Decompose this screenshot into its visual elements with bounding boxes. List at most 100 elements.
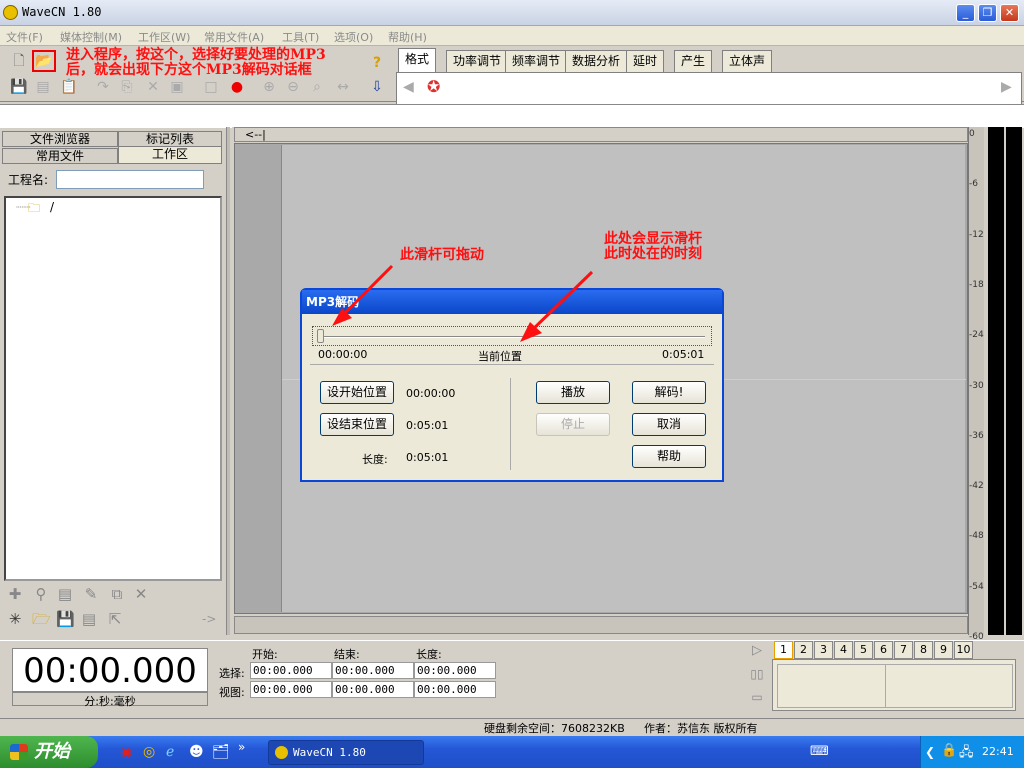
- clipboard-icon[interactable]: 📋: [60, 78, 78, 96]
- start-button[interactable]: 开始: [0, 736, 98, 768]
- view-length-cell[interactable]: 00:00.000: [414, 681, 496, 698]
- pause-icon[interactable]: ▯▯: [748, 665, 766, 683]
- save-all-icon[interactable]: ▤: [34, 78, 52, 96]
- view-end-cell[interactable]: 00:00.000: [332, 681, 414, 698]
- delete-icon[interactable]: ✕: [144, 78, 162, 96]
- workspace-tree[interactable]: ┈┈ 🗀 /: [4, 196, 222, 581]
- remove-icon[interactable]: ✕: [132, 585, 150, 603]
- quicklaunch-wavecn-icon[interactable]: ◎: [143, 744, 155, 760]
- tab-format[interactable]: 格式: [398, 48, 437, 72]
- help-button[interactable]: 帮助: [632, 445, 706, 468]
- tray-expand-icon[interactable]: ❮: [925, 745, 935, 759]
- tab-power[interactable]: 功率调节: [446, 50, 509, 72]
- stop-record-icon[interactable]: □: [202, 78, 220, 96]
- nav-arrow[interactable]: ->: [202, 612, 216, 626]
- decode-button[interactable]: 解码!: [632, 381, 706, 404]
- track-tab-7[interactable]: 7: [894, 641, 913, 659]
- file-icon[interactable]: ▤: [56, 585, 74, 603]
- menu-options[interactable]: 选项(O): [334, 29, 373, 45]
- zoom-width-icon[interactable]: ↔: [334, 78, 352, 96]
- project-name-input[interactable]: [56, 170, 204, 189]
- tab-file-browser[interactable]: 文件浏览器: [2, 131, 118, 147]
- menu-file[interactable]: 文件(F): [6, 29, 43, 45]
- taskbar-item-wavecn[interactable]: WaveCN 1.80: [268, 740, 424, 765]
- exit-icon[interactable]: ⇩: [368, 78, 386, 96]
- stop-button[interactable]: 停止: [536, 413, 610, 436]
- slider-thumb[interactable]: [317, 329, 324, 343]
- record-icon[interactable]: ●: [228, 78, 246, 96]
- tab-delay[interactable]: 延时: [626, 50, 665, 72]
- save-project-icon[interactable]: 💾: [56, 610, 75, 628]
- close-button[interactable]: ✕: [1000, 4, 1019, 22]
- add-icon[interactable]: ✚: [6, 585, 24, 603]
- export-icon[interactable]: ⇱: [106, 610, 124, 628]
- save-icon[interactable]: 💾: [10, 78, 28, 96]
- zoom-in-icon[interactable]: ⊕: [260, 78, 278, 96]
- input-method-icon[interactable]: 🔒: [941, 743, 957, 758]
- quicklaunch-qq-icon[interactable]: ☻: [189, 744, 204, 760]
- view-start-cell[interactable]: 00:00.000: [250, 681, 332, 698]
- play-icon[interactable]: ▷: [748, 642, 766, 660]
- menu-help[interactable]: 帮助(H): [388, 29, 427, 45]
- track-tab-10[interactable]: 10: [954, 641, 973, 659]
- open-project-icon[interactable]: 🗁: [32, 610, 51, 628]
- cancel-button[interactable]: 取消: [632, 413, 706, 436]
- track-panel: [772, 659, 1016, 711]
- track-tab-3[interactable]: 3: [814, 641, 833, 659]
- tab-common-files[interactable]: 常用文件: [2, 148, 118, 164]
- new-file-icon[interactable]: 🗋: [10, 52, 28, 70]
- keyboard-icon[interactable]: ⌨: [810, 744, 829, 759]
- track-tab-4[interactable]: 4: [834, 641, 853, 659]
- comment-icon[interactable]: ✎: [82, 585, 100, 603]
- menu-tools[interactable]: 工具(T): [282, 29, 319, 45]
- quicklaunch-weibo-icon[interactable]: ◉: [120, 744, 132, 760]
- tab-workspace[interactable]: 工作区: [118, 146, 222, 164]
- select-end-cell[interactable]: 00:00.000: [332, 662, 414, 679]
- tab-frequency[interactable]: 频率调节: [505, 50, 568, 72]
- help-icon[interactable]: ?: [368, 54, 386, 72]
- quicklaunch-more-icon[interactable]: »: [238, 740, 245, 754]
- track-tab-8[interactable]: 8: [914, 641, 933, 659]
- open-file-icon[interactable]: 📂: [32, 50, 56, 72]
- save-project-as-icon[interactable]: ▤: [80, 610, 98, 628]
- effect-icon[interactable]: ✪: [427, 77, 440, 96]
- network-icon[interactable]: 🖧: [959, 743, 974, 765]
- horizontal-scrollbar[interactable]: [234, 616, 968, 634]
- quicklaunch-ie-icon[interactable]: ℯ: [166, 744, 174, 760]
- tab-stereo[interactable]: 立体声: [722, 50, 773, 72]
- tab-generate[interactable]: 产生: [674, 50, 713, 72]
- scroll-right-icon[interactable]: ▶: [1001, 79, 1012, 95]
- track-tab-9[interactable]: 9: [934, 641, 953, 659]
- paste-icon[interactable]: ▣: [168, 78, 186, 96]
- scroll-left-icon[interactable]: ◀: [403, 79, 414, 95]
- splitter[interactable]: [226, 127, 230, 635]
- tab-marker-list[interactable]: 标记列表: [118, 131, 222, 147]
- zoom-out-icon[interactable]: ⊖: [284, 78, 302, 96]
- menu-common-files[interactable]: 常用文件(A): [204, 29, 264, 45]
- collapse-label[interactable]: <--|: [245, 128, 266, 141]
- quicklaunch-explorer-icon[interactable]: 🗂: [212, 744, 230, 760]
- minimize-button[interactable]: _: [956, 4, 975, 22]
- play-button[interactable]: 播放: [536, 381, 610, 404]
- copy-icon[interactable]: ⎘: [118, 78, 136, 96]
- zoom-fit-icon[interactable]: ⌕: [308, 78, 326, 96]
- stop-icon[interactable]: ▭: [748, 688, 766, 706]
- menu-workspace[interactable]: 工作区(W): [138, 29, 190, 45]
- redo-icon[interactable]: ↷: [94, 78, 112, 96]
- track-tab-5[interactable]: 5: [854, 641, 873, 659]
- select-start-cell[interactable]: 00:00.000: [250, 662, 332, 679]
- pin-icon[interactable]: ⚲: [32, 585, 50, 603]
- track-tab-2[interactable]: 2: [794, 641, 813, 659]
- tree-root-label[interactable]: /: [50, 200, 54, 214]
- set-end-button[interactable]: 设结束位置: [320, 413, 394, 436]
- restore-button[interactable]: ❐: [978, 4, 997, 22]
- track-tab-1[interactable]: 1: [774, 641, 793, 659]
- copy-files-icon[interactable]: ⧉: [108, 585, 126, 603]
- set-start-button[interactable]: 设开始位置: [320, 381, 394, 404]
- position-slider[interactable]: [312, 326, 712, 346]
- select-length-cell[interactable]: 00:00.000: [414, 662, 496, 679]
- tab-analysis[interactable]: 数据分析: [565, 50, 628, 72]
- new-project-icon[interactable]: ✳: [6, 610, 24, 628]
- menu-media-control[interactable]: 媒体控制(M): [60, 29, 122, 45]
- track-tab-6[interactable]: 6: [874, 641, 893, 659]
